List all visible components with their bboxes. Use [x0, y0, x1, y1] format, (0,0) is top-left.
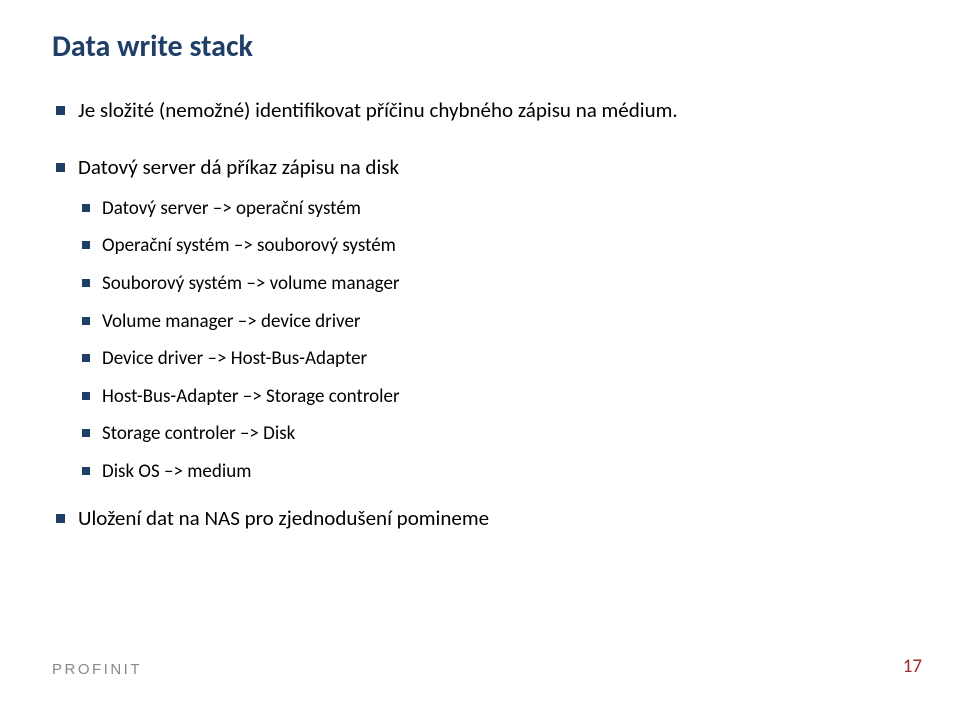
sub-list-item: Storage controler –> Disk: [78, 421, 908, 447]
sub-text: Volume manager –> device driver: [102, 310, 361, 333]
page-title: Data write stack: [52, 28, 908, 65]
main-list: Je složité (nemožné) identifikovat příči…: [52, 97, 908, 532]
slide-page: Data write stack Je složité (nemožné) id…: [0, 0, 960, 704]
sub-list-item: Host-Bus-Adapter –> Storage controler: [78, 384, 908, 410]
sub-list-item: Disk OS –> medium: [78, 459, 908, 485]
footer: PROFINIT 17: [52, 655, 922, 678]
sub-text: Host-Bus-Adapter –> Storage controler: [102, 385, 400, 408]
sub-list-item: Volume manager –> device driver: [78, 309, 908, 335]
list-item-text: Datový server dá příkaz zápisu na disk: [78, 154, 399, 180]
sub-list: Datový server –> operační systém Operačn…: [78, 196, 908, 485]
sub-text: Datový server –> operační systém: [102, 197, 361, 220]
sub-text: Souborový systém –> volume manager: [102, 272, 400, 295]
sub-text: Device driver –> Host-Bus-Adapter: [102, 347, 367, 370]
sub-list-item: Souborový systém –> volume manager: [78, 271, 908, 297]
sub-list-item: Datový server –> operační systém: [78, 196, 908, 222]
list-item-text: Je složité (nemožné) identifikovat příči…: [78, 97, 678, 123]
sub-text: Operační systém –> souborový systém: [102, 234, 396, 257]
sub-list-item: Device driver –> Host-Bus-Adapter: [78, 346, 908, 372]
list-item-text: Uložení dat na NAS pro zjednodušení pomi…: [78, 505, 489, 531]
sub-text: Disk OS –> medium: [102, 460, 251, 483]
page-number: 17: [903, 655, 922, 678]
list-item: Je složité (nemožné) identifikovat příči…: [52, 97, 908, 124]
list-item: Uložení dat na NAS pro zjednodušení pomi…: [52, 505, 908, 532]
brand-logo: PROFINIT: [52, 661, 142, 678]
list-item: Datový server dá příkaz zápisu na disk D…: [52, 154, 908, 484]
sub-text: Storage controler –> Disk: [102, 422, 295, 445]
sub-list-item: Operační systém –> souborový systém: [78, 233, 908, 259]
